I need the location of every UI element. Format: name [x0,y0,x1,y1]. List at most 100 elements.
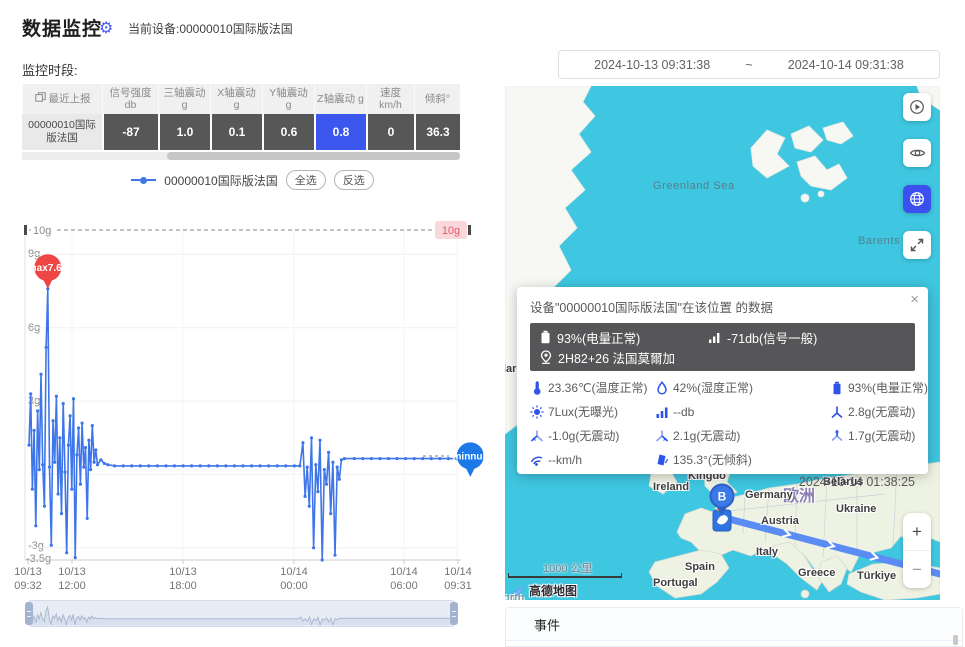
col-z-axis: Z轴震动 g [314,84,366,114]
stat-y-vibration: 2.1g(无震动) [655,427,830,444]
stat-signal: --db [655,403,830,420]
legend-series-label[interactable]: 00000010国际版法国 [164,172,277,189]
play-icon [909,99,925,115]
sensor-table: 最近上报 信号强度 db 三轴震动 g X轴震动 g Y轴震动 g Z轴震动 g… [22,84,460,160]
vibration-y-icon [655,429,669,443]
clipped-label: lar [505,363,516,375]
tilt-icon [655,453,669,467]
country-label: Greece [798,567,835,579]
min-marker-balloon: minnull [453,442,489,477]
playback-button[interactable] [903,93,931,121]
events-scrollbar-thumb[interactable] [953,635,958,645]
datazoom-preview [29,607,454,625]
stat-light: 7Lux(无曝光) [530,403,655,420]
col-signal: 信号强度 db [102,84,158,114]
datazoom-slider[interactable] [28,600,455,627]
country-label: Spain [685,561,715,573]
row-device-label[interactable]: 00000010国际版法国 [22,114,102,150]
cell-z-axis-highlighted[interactable]: 0.8 [314,114,366,150]
stat-temperature: 23.36℃(温度正常) [530,379,655,396]
date-separator: ~ [745,58,752,72]
chart-axes [25,230,461,564]
popup-title: 设备"00000010国际版法国"在该位置 的数据 [530,297,915,316]
vibration-z-icon [830,429,844,443]
stat-x-vibration: -1.0g(无震动) [530,427,655,444]
x-tick-2: 10/1318:00 [158,566,208,594]
thermometer-icon [530,381,544,395]
sea-label-greenland: Greenland Sea [653,180,735,192]
fullscreen-button[interactable] [903,231,931,259]
zoom-in-button[interactable]: + [903,513,931,550]
cell-x-axis[interactable]: 0.1 [210,114,262,150]
table-scrollbar[interactable] [22,152,460,160]
expand-icon [909,237,925,253]
table-row[interactable]: 00000010国际版法国 -87 1.0 0.1 0.6 0.8 0 36.3 [22,114,460,150]
x-tick-0: 10/1309:32 [3,566,53,594]
country-label: Türkiye [857,570,896,582]
close-icon[interactable]: × [910,291,919,308]
visibility-button[interactable] [903,139,931,167]
globe-icon [909,191,925,207]
country-label: Italy [756,546,778,558]
stat-humidity: 42%(湿度正常) [655,379,830,396]
popup-status-banner: 93%(电量正常) -71db(信号一般) 2H82+26 法国莫爾加 [530,323,915,371]
chart-gridlines [29,230,457,560]
x-tick-3: 10/1400:00 [269,566,319,594]
device-info-popup: × 设备"00000010国际版法国"在该位置 的数据 93%(电量正常) -7… [517,287,928,474]
chart-legend: 00000010国际版法国 全选 反选 [0,170,505,190]
max-label: max7.6g [28,263,68,274]
max-marker-balloon: max7.6g [28,254,68,289]
events-panel: 事件 [505,607,963,647]
stat-speed: --km/h [530,451,655,468]
country-label: Portugal [653,577,698,589]
date-start[interactable]: 2024-10-13 09:31:38 [594,58,710,72]
amap-plane-icon [509,583,526,598]
map-layer-button[interactable] [903,185,931,213]
current-device-label: 当前设备:00000010国际版法国 [128,20,293,37]
table-scrollbar-thumb[interactable] [167,152,460,160]
battery-icon [540,330,551,344]
zoom-out-button[interactable]: − [903,550,931,588]
popup-stats-grid: 23.36℃(温度正常) 42%(湿度正常) 93%(电量正常) 7Lux(无曝… [530,379,915,468]
x-tick-5: 10/1409:31 [433,566,483,594]
x-tick-4: 10/1406:00 [379,566,429,594]
device-screen-icon [35,92,46,106]
cell-tilt[interactable]: 36.3 [414,114,460,150]
vibration-line-chart[interactable]: 10g 10g max7.6g minnull [25,225,461,565]
country-label: Austria [761,515,799,527]
invert-select-button[interactable]: 反选 [334,170,374,190]
datazoom-handle-left[interactable] [25,602,33,625]
stat-z-vibration: 1.7g(无震动) [830,427,928,444]
limit-badge-label: 10g [442,225,460,237]
speed-icon [530,453,544,467]
stat-3axis-vibration: 2.8g(无震动) [830,403,928,420]
vibration-3axis-icon [830,405,844,419]
date-end[interactable]: 2024-10-14 09:31:38 [788,58,904,72]
col-y-axis: Y轴震动 g [262,84,314,114]
events-panel-title: 事件 [506,608,962,641]
col-last-report: 最近上报 [22,84,102,114]
light-icon [530,405,544,419]
amap-logo: 高德地图 [509,582,577,599]
humidity-icon [655,381,669,395]
monitor-period-label: 监控时段: [22,60,78,79]
table-header-row: 最近上报 信号强度 db 三轴震动 g X轴震动 g Y轴震动 g Z轴震动 g… [22,84,460,114]
cell-speed[interactable]: 0 [366,114,414,150]
page-title: 数据监控 [22,14,102,41]
limit-left-label: 10g [33,225,51,237]
legend-line-marker[interactable] [131,177,156,184]
stat-tilt: 135.3°(无倾斜) [655,451,830,468]
map-scale-bar [508,573,622,578]
cell-3axis[interactable]: 1.0 [158,114,210,150]
select-all-button[interactable]: 全选 [286,170,326,190]
map-zoom-control: + − [903,513,931,588]
cell-signal[interactable]: -87 [102,114,158,150]
min-label: minnull [453,451,489,462]
map-canvas[interactable]: B Greenland Sea Barents Sea 欧洲 Ireland K… [505,86,940,600]
cell-y-axis[interactable]: 0.6 [262,114,314,150]
datazoom-handle-right[interactable] [450,602,458,625]
date-range-picker[interactable]: 2024-10-13 09:31:38 ~ 2024-10-14 09:31:3… [558,50,940,79]
col-tilt: 倾斜° [414,84,460,114]
col-3axis: 三轴震动 g [158,84,210,114]
gear-icon[interactable]: ⚙ [99,18,113,38]
